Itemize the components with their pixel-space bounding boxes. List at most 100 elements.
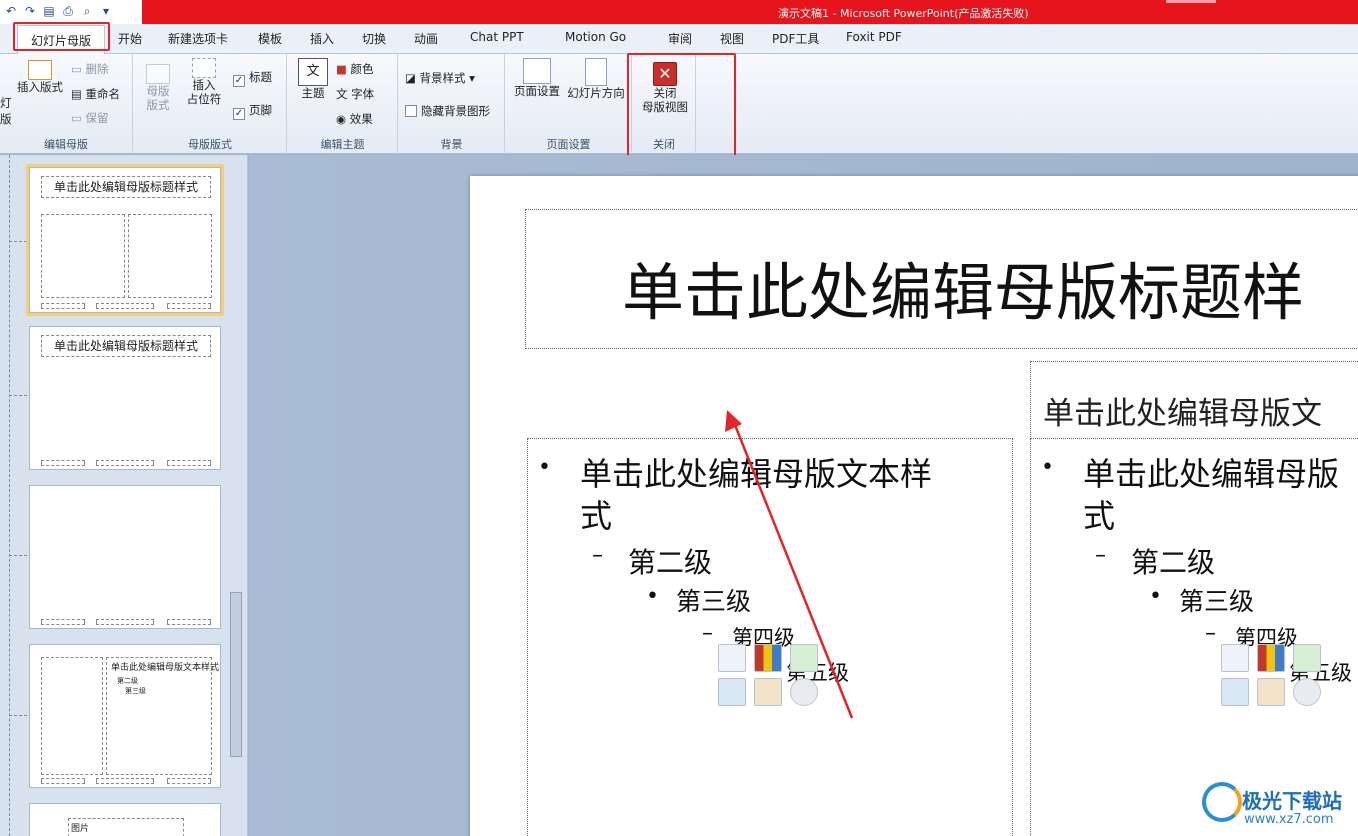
insert-layout-icon <box>28 60 52 80</box>
thumbnail-slide-3[interactable] <box>29 485 221 629</box>
fonts-icon: 文 <box>336 87 352 101</box>
table-icon[interactable] <box>718 644 746 672</box>
chart-icon[interactable] <box>1257 644 1285 672</box>
thumbnail-footer <box>41 619 85 625</box>
group-master-layout: 母版 版式 插入 占位符 ✓ 标题 ✓ 页脚 母版版式 <box>134 54 287 154</box>
tab-slide-master[interactable]: 幻灯片母版 <box>17 25 105 54</box>
tab-templates[interactable]: 模板 <box>258 30 282 47</box>
content-insert-icons <box>718 644 822 710</box>
print-preview-icon[interactable]: ⌕ <box>80 3 94 19</box>
bullet-icon: • <box>1149 584 1162 609</box>
group-page-setup: 页面设置 幻灯片方向 页面设置 <box>506 54 632 154</box>
thumbnail-footer <box>96 619 154 625</box>
effects-button[interactable]: ◉ 效果 <box>336 112 373 126</box>
left-body-placeholder[interactable]: • 单击此处编辑母版文本样 式 – 第二级 • 第三级 – 第四级 第五级 <box>527 438 1013 836</box>
close-master-label-2: 母版视图 <box>642 100 688 114</box>
body-level-3: 第三级 <box>676 587 752 616</box>
body-level-1: 单击此处编辑母版文本样 <box>580 455 933 493</box>
tab-animations[interactable]: 动画 <box>414 30 438 47</box>
tree-tick <box>9 241 27 242</box>
thumbnail-left-placeholder <box>41 214 125 298</box>
thumbnail-scrollbar[interactable] <box>229 160 243 830</box>
tab-view[interactable]: 视图 <box>720 30 744 47</box>
tab-new-tab[interactable]: 新建选项卡 <box>168 30 228 47</box>
window-controls[interactable] <box>1166 0 1216 3</box>
tab-home[interactable]: 开始 <box>118 30 142 47</box>
thumbnail-level-2: 第二级 <box>117 677 138 685</box>
watermark: 极光下载站 www.xz7.com <box>1202 778 1352 834</box>
footer-checkbox[interactable]: ✓ 页脚 <box>233 103 272 120</box>
thumbnail-footer <box>96 778 154 784</box>
save-icon[interactable]: ▤ <box>42 3 56 19</box>
tab-pdf-tools[interactable]: PDF工具 <box>772 30 819 47</box>
close-master-view-button[interactable]: ✕ 关闭 母版视图 <box>637 62 693 114</box>
body-level-2: 第二级 <box>1131 546 1216 579</box>
insert-slide-master-label-2[interactable]: 版 <box>0 112 12 126</box>
thumbnail-footer <box>41 778 85 784</box>
watermark-logo-icon <box>1202 782 1242 822</box>
insert-placeholder-button[interactable]: 插入 占位符 <box>182 58 226 106</box>
tab-review[interactable]: 审阅 <box>668 30 692 47</box>
redo-icon[interactable]: ↷ <box>23 3 37 19</box>
media-icon[interactable] <box>1293 678 1321 706</box>
group-edit-master: 灯 版 插入版式 ▭ 删除 ▤ 重命名 ▭ 保留 编辑母版 <box>0 54 133 154</box>
themes-button[interactable]: 文 主题 <box>296 58 330 100</box>
ribbon: 灯 版 插入版式 ▭ 删除 ▤ 重命名 ▭ 保留 编辑母版 母版 版式 插入 占… <box>0 54 1358 154</box>
thumbnail-picture-placeholder: 图片 <box>68 818 184 836</box>
media-icon[interactable] <box>790 678 818 706</box>
title-placeholder[interactable]: 单击此处编辑母版标题样 <box>525 209 1358 349</box>
themes-label: 主题 <box>301 86 325 100</box>
title-checkbox[interactable]: ✓ 标题 <box>233 70 272 87</box>
print-icon[interactable]: ⎙ <box>61 3 75 19</box>
chart-icon[interactable] <box>754 644 782 672</box>
customize-icon[interactable]: ▾ <box>99 3 113 19</box>
picture-icon[interactable] <box>1221 678 1249 706</box>
close-icon: ✕ <box>653 62 677 86</box>
clipart-icon[interactable] <box>754 678 782 706</box>
tree-tick <box>9 555 27 556</box>
watermark-name: 极光下载站 <box>1242 789 1342 813</box>
rename-button[interactable]: ▤ 重命名 <box>71 87 120 101</box>
insert-slide-master-label-1[interactable]: 灯 <box>0 96 12 110</box>
thumbnail-slide-5[interactable]: 图片 <box>29 803 221 836</box>
rename-icon: ▤ <box>71 87 86 101</box>
rename-label: 重命名 <box>85 87 121 101</box>
tab-motion-go[interactable]: Motion Go <box>565 30 626 44</box>
delete-button[interactable]: ▭ 删除 <box>71 62 109 76</box>
master-layout-button[interactable]: 母版 版式 <box>142 64 174 112</box>
background-styles-button[interactable]: ◪ 背景样式 ▾ <box>405 71 475 85</box>
tab-transitions[interactable]: 切换 <box>362 30 386 47</box>
background-styles-label: 背景样式 <box>419 71 466 85</box>
delete-label: 删除 <box>85 62 109 76</box>
scrollbar-thumb[interactable] <box>230 592 242 757</box>
thumbnail-slide-1[interactable]: 单击此处编辑母版标题样式 <box>26 164 224 316</box>
right-body-placeholder[interactable]: • 单击此处编辑母版 式 – 第二级 • 第三级 – 第四级 第五级 <box>1030 438 1358 836</box>
smartart-icon[interactable] <box>1293 644 1321 672</box>
group-label-master-layout: 母版版式 <box>188 138 232 151</box>
window-title: 演示文稿1 - Microsoft PowerPoint(产品激活失败) <box>778 7 1029 20</box>
tab-insert[interactable]: 插入 <box>310 30 334 47</box>
thumbnail-slide-2[interactable]: 单击此处编辑母版标题样式 <box>29 326 221 470</box>
thumbnail-footer <box>41 460 85 466</box>
picture-icon[interactable] <box>718 678 746 706</box>
effects-icon: ◉ <box>336 112 350 126</box>
hide-background-checkbox[interactable]: 隐藏背景图形 <box>405 104 490 118</box>
insert-layout-button[interactable]: 插入版式 <box>16 60 64 94</box>
tab-chat-ppt[interactable]: Chat PPT <box>470 30 524 44</box>
smartart-icon[interactable] <box>790 644 818 672</box>
table-icon[interactable] <box>1221 644 1249 672</box>
heading-placeholder[interactable]: 单击此处编辑母版文 <box>1030 361 1358 439</box>
title-check-label: 标题 <box>249 70 272 84</box>
thumbnail-slide-4[interactable]: 单击此处编辑母版文本样式 第二级 第三级 <box>29 644 221 788</box>
colors-button[interactable]: ■ 颜色 <box>336 62 374 76</box>
body-level-1: 单击此处编辑母版 <box>1083 455 1340 493</box>
page-setup-button[interactable]: 页面设置 <box>510 58 564 98</box>
tab-foxit-pdf[interactable]: Foxit PDF <box>846 30 902 44</box>
background-styles-icon: ◪ <box>405 71 420 85</box>
slide-orientation-button[interactable]: 幻灯片方向 <box>564 58 628 100</box>
bullet-icon: • <box>538 455 551 480</box>
undo-icon[interactable]: ↶ <box>4 3 18 19</box>
preserve-button[interactable]: ▭ 保留 <box>71 111 109 125</box>
clipart-icon[interactable] <box>1257 678 1285 706</box>
fonts-button[interactable]: 文 字体 <box>336 87 374 101</box>
